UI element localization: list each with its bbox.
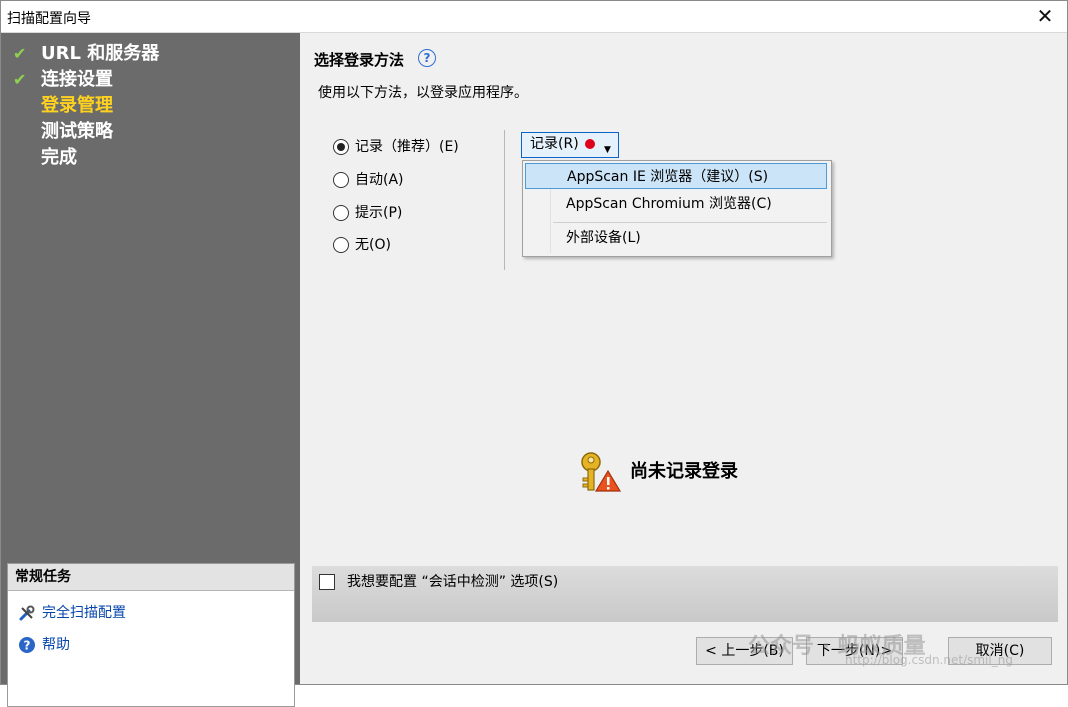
check-icon: ✔ (13, 44, 27, 63)
next-button[interactable]: 下一步(N)> (806, 637, 903, 665)
svg-text:?: ? (24, 639, 31, 653)
option-label: 无(O) (355, 237, 391, 253)
option-label: 自动(A) (355, 172, 404, 188)
step-complete: 完成 (13, 145, 159, 171)
step-label: 测试策略 (41, 121, 113, 142)
option-record-radio[interactable]: 记录（推荐）(E) (333, 136, 459, 158)
wizard-sidebar: ✔ URL 和服务器 ✔ 连接设置 登录管理 测试策略 完成 常规任务 完全扫描… (1, 33, 300, 707)
record-dropdown-menu: AppScan IE 浏览器（建议）(S) AppScan Chromium 浏… (522, 160, 832, 257)
status-text: 尚未记录登录 (630, 461, 738, 482)
help-icon: ? (19, 637, 35, 653)
task-label: 帮助 (42, 637, 70, 653)
step-test-policy: 测试策略 (13, 119, 159, 145)
option-none-radio[interactable]: 无(O) (333, 234, 391, 256)
check-icon: ✔ (13, 70, 27, 89)
option-label: 记录（推荐）(E) (355, 139, 459, 155)
menu-item-appscan-chromium[interactable]: AppScan Chromium 浏览器(C) (525, 191, 827, 217)
step-label: 连接设置 (41, 69, 113, 90)
task-label: 完全扫描配置 (42, 605, 126, 621)
menu-item-external-device[interactable]: 外部设备(L) (525, 225, 827, 251)
tools-icon (19, 605, 35, 621)
cancel-button[interactable]: 取消(C) (948, 637, 1052, 665)
radio-icon (333, 205, 349, 221)
vertical-divider (504, 130, 505, 270)
record-dropdown-button[interactable]: 记录(R) ▼ (521, 132, 619, 158)
page-title: 选择登录方法 (314, 51, 405, 69)
chevron-down-icon: ▼ (604, 145, 611, 155)
session-detection-label[interactable]: 我想要配置 “会话中检测” 选项(S) (347, 571, 558, 591)
option-label: 提示(P) (355, 205, 403, 221)
session-detection-checkbox[interactable] (319, 574, 335, 590)
radio-icon (333, 237, 349, 253)
window-title: 扫描配置向导 (7, 11, 91, 27)
option-auto-radio[interactable]: 自动(A) (333, 169, 404, 191)
help-link[interactable]: ? 帮助 (18, 634, 70, 656)
tasks-header: 常规任务 (8, 564, 294, 591)
radio-icon (333, 172, 349, 188)
title-bar: 扫描配置向导 ✕ (1, 1, 1067, 33)
record-dot-icon (584, 139, 595, 149)
step-connection: ✔ 连接设置 (13, 67, 159, 93)
record-button-label: 记录(R) (530, 136, 579, 152)
close-icon[interactable]: ✕ (1033, 4, 1057, 28)
menu-separator (553, 222, 827, 223)
page-description: 使用以下方法，以登录应用程序。 (318, 85, 528, 101)
key-warning-icon (581, 452, 622, 492)
session-detection-bar: 我想要配置 “会话中检测” 选项(S) (312, 566, 1058, 622)
common-tasks-panel: 常规任务 完全扫描配置 ? 帮助 (7, 563, 295, 707)
menu-item-appscan-ie[interactable]: AppScan IE 浏览器（建议）(S) (525, 163, 827, 189)
option-prompt-radio[interactable]: 提示(P) (333, 202, 402, 224)
step-label: URL 和服务器 (41, 43, 160, 64)
help-question-icon[interactable]: ? (418, 49, 436, 67)
radio-icon (333, 139, 349, 155)
full-scan-config-link[interactable]: 完全扫描配置 (18, 602, 126, 624)
step-login-management: 登录管理 (13, 93, 159, 119)
wizard-window: 扫描配置向导 ✕ ✔ URL 和服务器 ✔ 连接设置 登录管理 测试策略 完成 … (0, 0, 1068, 707)
step-url-server: ✔ URL 和服务器 (13, 41, 159, 67)
wizard-steps: ✔ URL 和服务器 ✔ 连接设置 登录管理 测试策略 完成 (13, 41, 159, 171)
step-label: 登录管理 (41, 95, 113, 116)
step-label: 完成 (41, 147, 77, 168)
wizard-content: 选择登录方法 ? 使用以下方法，以登录应用程序。 记录（推荐）(E) 自动(A)… (301, 33, 1067, 684)
back-button[interactable]: < 上一步(B) (696, 637, 793, 665)
